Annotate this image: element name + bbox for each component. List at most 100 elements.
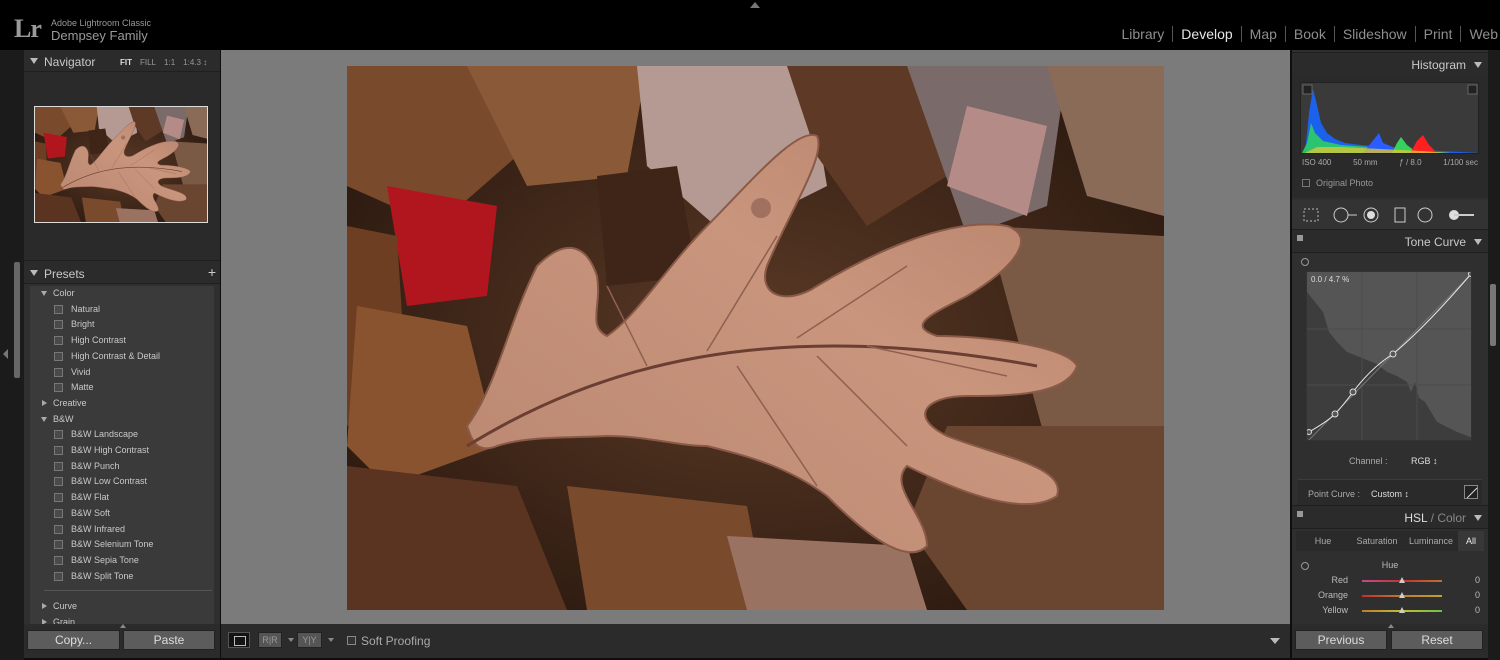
channel-select[interactable]: RGB ↕	[1411, 456, 1438, 466]
histogram-graph[interactable]	[1300, 82, 1479, 154]
tone-curve-graph[interactable]: 0.0 / 4.7 %	[1306, 271, 1472, 441]
previous-settings-button[interactable]: Previous	[1295, 630, 1387, 650]
collapse-top-panel-icon[interactable]	[750, 2, 760, 8]
hsl-slider-value[interactable]: 0	[1475, 605, 1480, 615]
right-panel-edge	[1488, 50, 1500, 660]
right-panel-scrollbar[interactable]	[1490, 284, 1496, 346]
preset-item-label: High Contrast	[71, 335, 127, 346]
disclosure-triangle-icon[interactable]	[42, 603, 47, 610]
disclosure-triangle-icon[interactable]	[30, 58, 38, 64]
presets-header[interactable]: Presets +	[24, 260, 220, 284]
before-after-swap-button[interactable]: Y|Y	[297, 632, 322, 648]
hsl-slider-thumb[interactable]	[1399, 592, 1405, 598]
graduated-filter-icon[interactable]	[1392, 207, 1408, 223]
before-after-left-right-button[interactable]: R|R	[258, 632, 282, 648]
targeted-adjustment-icon[interactable]	[1301, 258, 1309, 266]
hsl-slider-value[interactable]: 0	[1475, 590, 1480, 600]
crop-overlay-icon[interactable]	[1302, 207, 1320, 223]
soft-proofing-checkbox[interactable]	[347, 636, 356, 645]
hsl-header[interactable]: HSL / Color	[1292, 505, 1488, 529]
module-map[interactable]: Map	[1242, 26, 1286, 42]
module-develop[interactable]: Develop	[1173, 26, 1242, 42]
photo-preview[interactable]	[347, 66, 1164, 610]
zoom-fill[interactable]: FILL	[140, 58, 156, 67]
preset-item-label: B&W Low Contrast	[71, 476, 148, 487]
hsl-slider-value[interactable]: 0	[1475, 575, 1480, 585]
edit-point-curve-icon[interactable]	[1464, 485, 1478, 499]
module-book[interactable]: Book	[1286, 26, 1335, 42]
hsl-slider-thumb[interactable]	[1399, 607, 1405, 613]
paste-settings-button[interactable]: Paste	[123, 630, 215, 650]
preset-icon	[54, 320, 63, 330]
reset-button[interactable]: Reset	[1391, 630, 1483, 650]
module-slideshow[interactable]: Slideshow	[1335, 26, 1416, 42]
presets-separator	[44, 590, 212, 592]
preset-group-label: Creative	[53, 397, 87, 408]
navigator-zoom-options: FIT FILL 1:1 1:4.3 ↕	[120, 58, 207, 67]
navigator-thumbnail[interactable]	[34, 106, 208, 223]
navigator-header[interactable]: Navigator FIT FILL 1:1 1:4.3 ↕	[24, 50, 220, 72]
hsl-slider-label: Red	[1331, 575, 1348, 585]
preset-icon	[54, 508, 63, 518]
preset-item-label: B&W Punch	[71, 460, 120, 471]
swap-dropdown-icon[interactable]	[328, 638, 334, 642]
tone-curve-header[interactable]: Tone Curve	[1292, 229, 1488, 253]
preset-item-label: High Contrast & Detail	[71, 350, 161, 361]
disclosure-triangle-icon[interactable]	[42, 399, 47, 406]
preset-group-label: Color	[53, 288, 75, 298]
hsl-section-label: Hue	[1381, 560, 1399, 570]
disclosure-triangle-icon[interactable]	[1474, 62, 1482, 68]
point-curve-label: Point Curve :	[1308, 489, 1361, 499]
panel-toggle-icon[interactable]	[1297, 511, 1303, 517]
histogram-area: ISO 400 50 mm ƒ / 8.0 1/100 sec Original…	[1292, 74, 1488, 198]
adjustment-brush-icon[interactable]	[1444, 207, 1476, 223]
disclosure-triangle-icon[interactable]	[41, 416, 47, 422]
targeted-adjustment-icon[interactable]	[1301, 562, 1309, 570]
tab-saturation[interactable]: Saturation	[1350, 531, 1404, 551]
disclosure-triangle-icon[interactable]	[1474, 515, 1482, 521]
tab-luminance[interactable]: Luminance	[1404, 531, 1458, 551]
histogram-header[interactable]: Histogram	[1292, 52, 1488, 76]
preset-icon	[54, 493, 63, 503]
original-photo-label: Original Photo	[1316, 178, 1374, 188]
hsl-slider-row: Yellow 0	[1292, 604, 1488, 618]
preset-group-label: Grain	[53, 617, 76, 624]
module-web[interactable]: Web	[1461, 26, 1500, 42]
point-curve-select[interactable]: Custom ↕	[1371, 489, 1409, 499]
module-print[interactable]: Print	[1416, 26, 1462, 42]
disclosure-triangle-icon[interactable]	[30, 270, 38, 276]
preset-group-label: B&W	[53, 413, 74, 424]
original-photo-checkbox[interactable]	[1302, 179, 1310, 187]
toolbar-menu-icon[interactable]	[1270, 638, 1280, 644]
preset-item-label: B&W Flat	[71, 492, 110, 503]
histogram-title: Histogram	[1411, 58, 1466, 72]
navigator-title: Navigator	[44, 55, 96, 69]
zoom-fit[interactable]: FIT	[120, 58, 132, 67]
module-library[interactable]: Library	[1114, 26, 1174, 42]
panel-handle-icon	[1388, 624, 1394, 628]
zoom-1-1[interactable]: 1:1	[164, 58, 175, 67]
tab-hue[interactable]: Hue	[1296, 531, 1350, 551]
hsl-title: HSL / Color	[1404, 511, 1466, 525]
preset-item-label: Matte	[71, 382, 94, 393]
panel-toggle-icon[interactable]	[1297, 235, 1303, 241]
disclosure-triangle-icon[interactable]	[1474, 239, 1482, 245]
before-after-dropdown-icon[interactable]	[288, 638, 294, 642]
spot-removal-icon[interactable]	[1332, 207, 1358, 223]
loupe-view-icon[interactable]	[228, 632, 250, 648]
collapse-left-panel-icon[interactable]	[3, 349, 8, 359]
disclosure-triangle-icon[interactable]	[41, 291, 47, 296]
add-preset-icon[interactable]: +	[208, 264, 216, 280]
hsl-slider-row: Orange 0	[1292, 589, 1488, 603]
copy-settings-button[interactable]: Copy...	[27, 630, 120, 650]
red-eye-icon[interactable]	[1362, 207, 1380, 223]
catalog-name[interactable]: Dempsey Family	[51, 28, 148, 43]
left-panel-scrollbar[interactable]	[14, 262, 20, 378]
preset-icon	[54, 540, 63, 550]
tab-all[interactable]: All	[1458, 531, 1484, 551]
preset-icon	[54, 304, 63, 314]
hsl-slider-thumb[interactable]	[1399, 577, 1405, 583]
radial-filter-icon[interactable]	[1416, 207, 1434, 223]
preset-item-label: B&W Selenium Tone	[71, 539, 154, 550]
zoom-custom[interactable]: 1:4.3 ↕	[183, 58, 207, 67]
